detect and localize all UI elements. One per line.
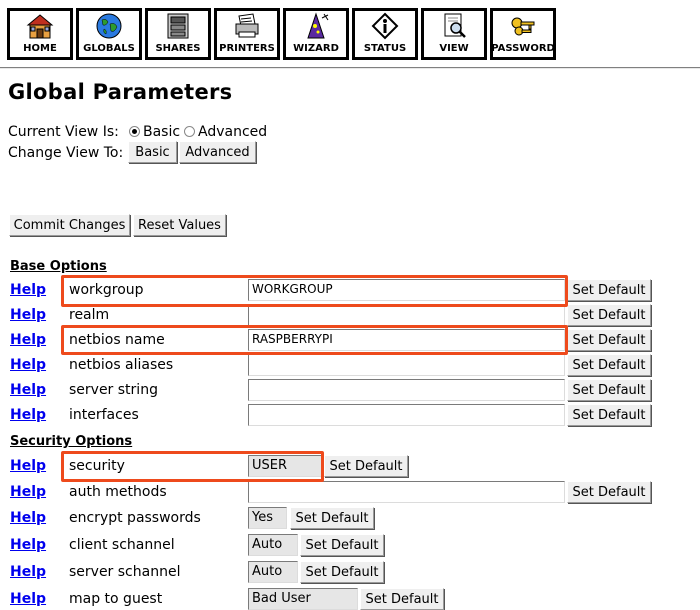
set-default-netbios-name-button[interactable]: Set Default [567, 329, 651, 351]
param-label-interfaces: interfaces [69, 407, 139, 423]
param-label-netbios-aliases: netbios aliases [69, 357, 174, 373]
view-basic-radio-label: Basic [143, 124, 181, 140]
info-icon [371, 12, 399, 40]
set-default-workgroup-button[interactable]: Set Default [567, 279, 651, 301]
change-view-advanced-button[interactable]: Advanced [179, 141, 256, 163]
param-label-realm: realm [69, 307, 110, 323]
set-default-auth-methods-button[interactable]: Set Default [567, 481, 651, 503]
reset-values-button[interactable]: Reset Values [133, 214, 226, 236]
set-default-server-string-button[interactable]: Set Default [567, 379, 651, 401]
set-default-client-schannel-button[interactable]: Set Default [300, 534, 384, 556]
view-basic-radio[interactable] [129, 126, 140, 137]
help-link-auth-methods[interactable]: Help [10, 484, 46, 500]
client-schannel-select[interactable]: Auto [248, 534, 298, 556]
realm-input[interactable] [248, 304, 565, 326]
toolbar: HOME GLOBALS SHARES PRINTERS WIZARD STAT… [0, 0, 700, 66]
highlight-box-workgroup [61, 275, 568, 307]
server-schannel-select[interactable]: Auto [248, 561, 298, 583]
toolbar-divider [0, 67, 700, 69]
highlight-box-netbios-name [61, 325, 568, 355]
shares-icon [164, 12, 192, 40]
help-link-security[interactable]: Help [10, 458, 46, 474]
interfaces-input[interactable] [248, 404, 565, 426]
param-label-client-schannel: client schannel [69, 537, 175, 553]
server-string-input[interactable] [248, 379, 565, 401]
status-button[interactable]: STATUS [352, 8, 418, 60]
wizard-label: WIZARD [293, 43, 339, 54]
globe-icon [95, 12, 123, 40]
view-label: VIEW [439, 43, 469, 54]
help-link-encrypt-passwords[interactable]: Help [10, 510, 46, 526]
encrypt-passwords-select[interactable]: Yes [248, 507, 287, 529]
help-link-realm[interactable]: Help [10, 307, 46, 323]
set-default-encrypt-passwords-button[interactable]: Set Default [290, 507, 374, 529]
netbios-aliases-input[interactable] [248, 354, 565, 376]
printers-button[interactable]: PRINTERS [214, 8, 280, 60]
keys-icon [509, 12, 537, 40]
view-icon [440, 12, 468, 40]
param-label-server-string: server string [69, 382, 158, 398]
wizard-icon [302, 12, 330, 40]
param-label-auth-methods: auth methods [69, 484, 167, 500]
view-button[interactable]: VIEW [421, 8, 487, 60]
commit-changes-button[interactable]: Commit Changes [9, 214, 130, 236]
base-options-heading: Base Options [10, 259, 107, 274]
home-icon [26, 12, 54, 40]
help-link-server-string[interactable]: Help [10, 382, 46, 398]
auth-methods-input[interactable] [248, 481, 565, 503]
status-label: STATUS [363, 43, 407, 54]
globals-button[interactable]: GLOBALS [76, 8, 142, 60]
globals-label: GLOBALS [83, 43, 135, 54]
wizard-button[interactable]: WIZARD [283, 8, 349, 60]
param-label-encrypt-passwords: encrypt passwords [69, 510, 201, 526]
current-view-label: Current View Is: [8, 124, 119, 140]
set-default-server-schannel-button[interactable]: Set Default [300, 561, 384, 583]
shares-button[interactable]: SHARES [145, 8, 211, 60]
password-button[interactable]: PASSWORD [490, 8, 556, 60]
change-view-label: Change View To: [8, 145, 124, 161]
page-title: Global Parameters [8, 80, 233, 104]
set-default-interfaces-button[interactable]: Set Default [567, 404, 651, 426]
help-link-client-schannel[interactable]: Help [10, 537, 46, 553]
help-link-server-schannel[interactable]: Help [10, 564, 46, 580]
param-label-server-schannel: server schannel [69, 564, 181, 580]
home-label: HOME [23, 43, 57, 54]
view-advanced-radio-label: Advanced [198, 124, 268, 140]
set-default-security-button[interactable]: Set Default [324, 455, 408, 477]
help-link-netbios-aliases[interactable]: Help [10, 357, 46, 373]
help-link-map-to-guest[interactable]: Help [10, 591, 46, 607]
printers-label: PRINTERS [219, 43, 275, 54]
password-label: PASSWORD [491, 43, 555, 54]
set-default-realm-button[interactable]: Set Default [567, 304, 651, 326]
param-label-map-to-guest: map to guest [69, 591, 163, 607]
view-advanced-radio[interactable] [184, 126, 195, 137]
set-default-netbios-aliases-button[interactable]: Set Default [567, 354, 651, 376]
shares-label: SHARES [155, 43, 201, 54]
highlight-box-security [61, 451, 324, 482]
security-options-heading: Security Options [10, 434, 133, 449]
help-link-workgroup[interactable]: Help [10, 282, 46, 298]
help-link-interfaces[interactable]: Help [10, 407, 46, 423]
help-link-netbios-name[interactable]: Help [10, 332, 46, 348]
printer-icon [233, 12, 261, 40]
change-view-basic-button[interactable]: Basic [128, 141, 177, 163]
home-button[interactable]: HOME [7, 8, 73, 60]
